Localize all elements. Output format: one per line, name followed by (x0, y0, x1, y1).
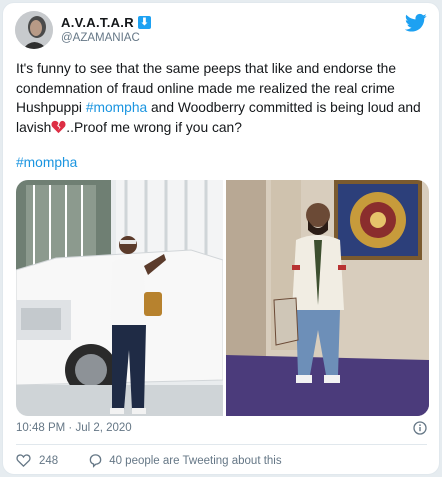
author-names: A.V.A.T.A.R ⬇ @AZAMANIAC (61, 15, 151, 44)
comment-bubble-icon (89, 454, 102, 468)
display-name[interactable]: A.V.A.T.A.R (61, 15, 134, 30)
hashtag-link[interactable]: #mompha (86, 100, 147, 115)
reply-button[interactable]: 40 people are Tweeting about this (88, 453, 282, 468)
hashtag-link[interactable]: #mompha (16, 155, 77, 170)
handle[interactable]: @AZAMANIAC (61, 32, 151, 44)
like-button[interactable]: 248 (16, 453, 58, 468)
like-count: 248 (39, 454, 59, 467)
broken-heart-icon (51, 120, 66, 133)
divider (16, 444, 427, 445)
info-icon[interactable] (413, 421, 427, 435)
avatar[interactable] (15, 11, 53, 49)
photo-right[interactable] (226, 180, 429, 416)
photo-left[interactable] (16, 180, 223, 416)
tweet-card: A.V.A.T.A.R ⬇ @AZAMANIAC It's funny to s… (2, 2, 440, 475)
tweet-text: It's funny to see that the same peeps th… (16, 59, 432, 137)
media-gallery (16, 180, 429, 416)
tweet-text-part3: ..Proof me wrong if you can? (66, 119, 242, 135)
heart-outline-icon (16, 454, 31, 468)
tweet-header: A.V.A.T.A.R ⬇ @AZAMANIAC (15, 11, 427, 51)
twitter-bird-icon[interactable] (405, 13, 427, 33)
timestamp[interactable]: 10:48 PM · Jul 2, 2020 (16, 422, 132, 434)
down-arrow-badge-icon: ⬇ (137, 16, 151, 29)
reply-text: 40 people are Tweeting about this (109, 454, 282, 467)
tweet-actions: 248 40 people are Tweeting about this (16, 453, 282, 468)
